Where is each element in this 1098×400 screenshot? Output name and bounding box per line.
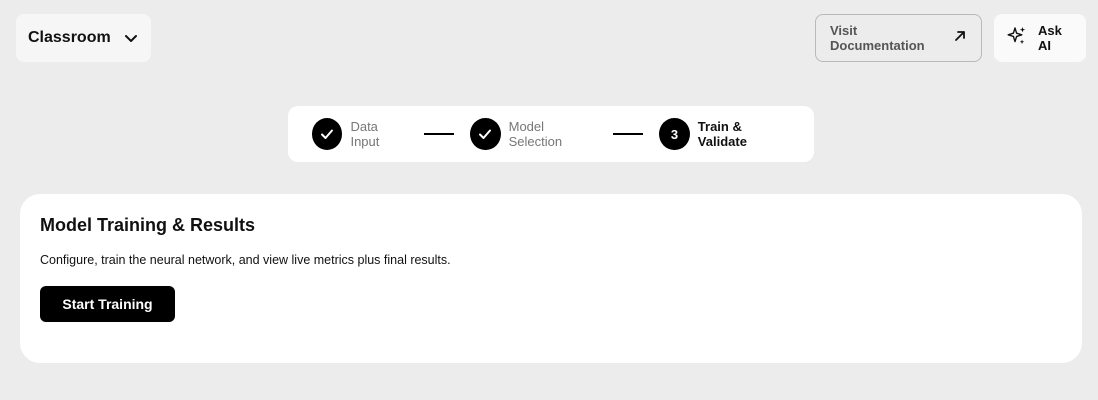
step-number: 3 [659,118,690,150]
step-label: Train & Validate [697,119,747,149]
ask-ai-label: Ask AI [1038,23,1062,53]
step-model-selection[interactable]: Model Selection [470,118,597,150]
step-connector [612,133,644,135]
step-data-input[interactable]: Data Input [312,118,408,150]
sparkles-icon [1006,25,1028,52]
workspace-dropdown[interactable]: Classroom [16,14,151,62]
training-card: Model Training & Results Configure, trai… [20,194,1082,363]
start-training-button[interactable]: Start Training [40,286,175,322]
ask-ai-button[interactable]: Ask AI [994,14,1086,62]
step-connector [423,133,455,135]
progress-stepper: Data Input Model Selection 3 Train & Val… [288,106,814,162]
card-title: Model Training & Results [40,215,256,235]
step-label: Model Selection [508,119,563,149]
check-icon [312,118,343,150]
arrow-up-right-icon [953,29,967,48]
visit-documentation-label: Visit Documentation [830,23,925,53]
step-train-validate[interactable]: 3 Train & Validate [659,118,790,150]
chevron-down-icon [123,30,139,46]
card-description: Configure, train the neural network, and… [40,253,451,267]
page: Classroom Visit Documentation Ask AI Dat… [0,0,1098,400]
visit-documentation-button[interactable]: Visit Documentation [815,14,982,62]
step-label: Data Input [350,119,380,149]
workspace-label: Classroom [28,29,111,46]
check-icon [470,118,501,150]
